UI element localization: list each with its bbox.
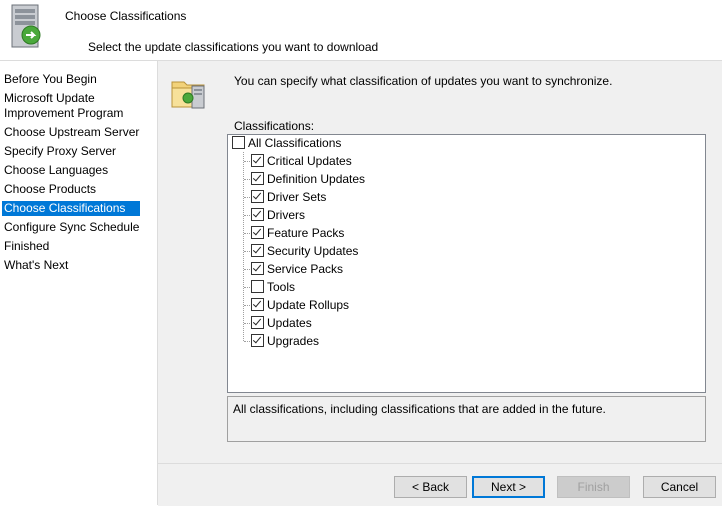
nav-item-finished[interactable]: Finished: [2, 239, 51, 254]
tree-item-service-packs[interactable]: Service Packs: [251, 260, 343, 278]
wizard-header: Choose Classifications Select the update…: [0, 0, 722, 60]
tree-item-label: All Classifications: [248, 136, 342, 150]
feature-packs-checkbox[interactable]: [251, 226, 264, 240]
tree-item-label: Feature Packs: [267, 226, 345, 240]
nav-item-before-you-begin[interactable]: Before You Begin: [2, 72, 99, 87]
tree-item-upgrades[interactable]: Upgrades: [251, 332, 319, 350]
tree-item-label: Driver Sets: [267, 190, 327, 204]
nav-item-choose-products[interactable]: Choose Products: [2, 182, 98, 197]
upgrades-checkbox[interactable]: [251, 334, 264, 348]
tree-item-label: Updates: [267, 316, 312, 330]
nav-item-configure-sync-schedule[interactable]: Configure Sync Schedule: [2, 220, 141, 235]
tree-item-updates[interactable]: Updates: [251, 314, 312, 332]
server-sync-icon: [11, 4, 41, 48]
nav-item-specify-proxy-server[interactable]: Specify Proxy Server: [2, 144, 118, 159]
back-button[interactable]: < Back: [394, 476, 467, 498]
security-updates-checkbox[interactable]: [251, 244, 264, 258]
content-divider: [157, 61, 158, 505]
all-classifications-checkbox[interactable]: [232, 136, 245, 150]
intro-text: You can specify what classification of u…: [234, 74, 613, 88]
nav-item-choose-languages[interactable]: Choose Languages: [2, 163, 110, 178]
update-rollups-checkbox[interactable]: [251, 298, 264, 312]
tree-item-feature-packs[interactable]: Feature Packs: [251, 224, 344, 242]
tools-checkbox[interactable]: [251, 280, 264, 294]
critical-updates-checkbox[interactable]: [251, 154, 264, 168]
driver-sets-checkbox[interactable]: [251, 190, 264, 204]
updates-checkbox[interactable]: [251, 316, 264, 330]
tree-item-label: Definition Updates: [267, 172, 366, 186]
tree-item-tools[interactable]: Tools: [251, 278, 295, 296]
nav-item-choose-upstream-server[interactable]: Choose Upstream Server: [2, 125, 141, 140]
nav-item-improvement-program[interactable]: Improvement Program: [2, 106, 125, 121]
tree-item-label: Upgrades: [267, 334, 320, 348]
tree-item-definition-updates[interactable]: Definition Updates: [251, 170, 365, 188]
tree-item-update-rollups[interactable]: Update Rollups: [251, 296, 349, 314]
tree-connector: [243, 152, 244, 341]
tree-item-security-updates[interactable]: Security Updates: [251, 242, 358, 260]
classifications-label: Classifications:: [234, 119, 315, 133]
nav-item-microsoft-update[interactable]: Microsoft Update: [2, 91, 97, 106]
tree-item-drivers[interactable]: Drivers: [251, 206, 305, 224]
description-box: All classifications, including classific…: [227, 396, 706, 442]
tree-item-label: Drivers: [267, 208, 305, 222]
drivers-checkbox[interactable]: [251, 208, 264, 222]
finish-button[interactable]: Finish: [557, 476, 630, 498]
tree-item-driver-sets[interactable]: Driver Sets: [251, 188, 326, 206]
page-title: Choose Classifications: [65, 9, 187, 23]
tree-item-label: Service Packs: [267, 262, 344, 276]
tree-item-critical-updates[interactable]: Critical Updates: [251, 152, 352, 170]
description-text: All classifications, including classific…: [233, 402, 606, 416]
folder-server-icon: [171, 81, 205, 109]
tree-item-label: Tools: [267, 280, 296, 294]
tree-item-label: Critical Updates: [267, 154, 352, 168]
tree-item-all-classifications[interactable]: All Classifications: [232, 134, 341, 152]
service-packs-checkbox[interactable]: [251, 262, 264, 276]
next-button[interactable]: Next >: [472, 476, 545, 498]
definition-updates-checkbox[interactable]: [251, 172, 264, 186]
tree-item-label: Update Rollups: [267, 298, 350, 312]
nav-item-whats-next[interactable]: What's Next: [2, 258, 70, 273]
nav-item-choose-classifications[interactable]: Choose Classifications: [2, 201, 140, 216]
cancel-button[interactable]: Cancel: [643, 476, 716, 498]
page-subtitle: Select the update classifications you wa…: [88, 40, 379, 54]
tree-item-label: Security Updates: [267, 244, 359, 258]
